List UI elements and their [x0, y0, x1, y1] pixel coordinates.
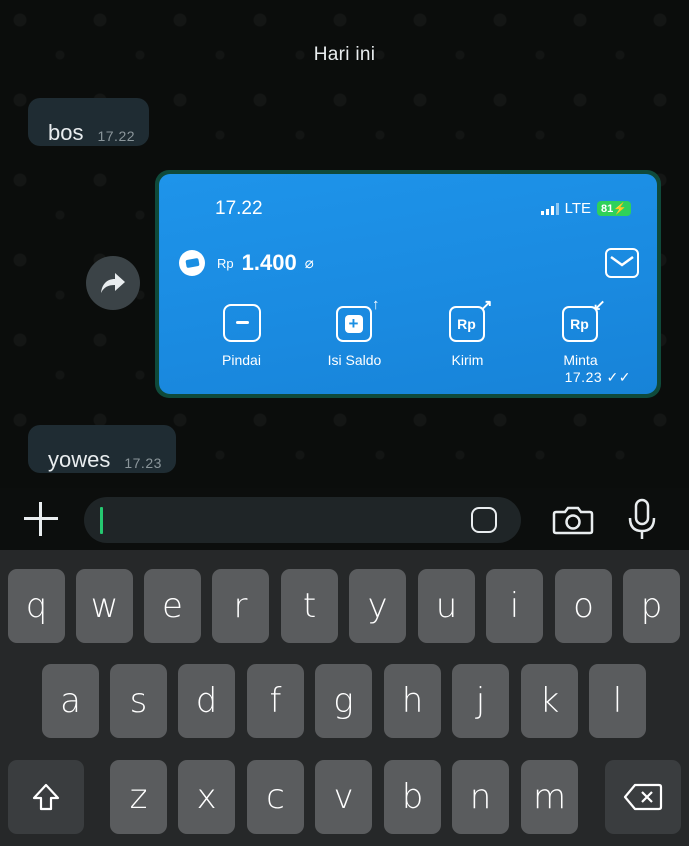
screenshot-status-time: 17.22 [215, 198, 263, 219]
key-j[interactable]: j [452, 664, 509, 738]
screenshot-status-bar: LTE 81⚡ [540, 200, 631, 217]
key-h[interactable]: h [384, 664, 441, 738]
action-pindai: Pindai [185, 302, 298, 368]
camera-icon[interactable] [552, 505, 594, 535]
image-message[interactable]: 17.22 LTE 81⚡ Rp 1.400 ⌀ Pindai + ↑ Isi … [155, 170, 661, 398]
action-kirim: Rp ↗ Kirim [411, 297, 524, 368]
key-e[interactable]: e [144, 569, 201, 643]
action-isi-saldo: + ↑ Isi Saldo [298, 296, 411, 368]
message-text: yowes [48, 447, 111, 472]
message-time: 17.22 [97, 128, 136, 144]
key-c[interactable]: c [247, 760, 304, 834]
message-time: 17.23 ✓✓ [564, 369, 631, 385]
wallet-icon [179, 250, 205, 276]
key-q[interactable]: q [8, 569, 65, 643]
key-r[interactable]: r [212, 569, 269, 643]
action-minta: Rp ↙ Minta [524, 297, 637, 368]
key-i[interactable]: i [486, 569, 543, 643]
message-time: 17.23 [124, 455, 162, 471]
backspace-icon [623, 783, 663, 811]
message-text: bos [48, 120, 84, 145]
key-l[interactable]: l [589, 664, 646, 738]
action-label: Isi Saldo [327, 352, 382, 368]
incoming-message[interactable]: bos 17.22 [28, 98, 150, 146]
mail-icon [605, 248, 639, 278]
microphone-icon[interactable] [626, 498, 658, 542]
key-y[interactable]: y [349, 569, 406, 643]
key-f[interactable]: f [247, 664, 304, 738]
scan-icon [221, 302, 263, 344]
balance-amount: 1.400 [241, 250, 297, 275]
keyboard: q w e r t y u i o p a s d f g h j k l z … [0, 550, 689, 846]
input-bar [0, 488, 689, 550]
incoming-message[interactable]: yowes 17.23 [28, 425, 176, 473]
date-chip: Hari ini [313, 44, 376, 65]
chat-area: Hari ini bos 17.22 17.22 LTE 81⚡ Rp 1.40… [0, 0, 689, 488]
attach-plus-icon[interactable] [22, 500, 60, 538]
hide-balance-icon: ⌀ [304, 255, 314, 272]
key-u[interactable]: u [418, 569, 475, 643]
shared-screenshot: 17.22 LTE 81⚡ Rp 1.400 ⌀ Pindai + ↑ Isi … [159, 174, 657, 394]
key-z[interactable]: z [110, 760, 167, 834]
battery-icon: 81⚡ [597, 201, 631, 216]
backspace-key[interactable] [605, 760, 681, 834]
signal-icon [540, 202, 559, 215]
key-d[interactable]: d [178, 664, 235, 738]
shift-arrow-icon [32, 783, 60, 811]
key-a[interactable]: a [42, 664, 99, 738]
key-w[interactable]: w [76, 569, 133, 643]
text-cursor [100, 507, 103, 534]
key-x[interactable]: x [178, 760, 235, 834]
balance-row: Rp 1.400 ⌀ [179, 250, 314, 276]
forward-button[interactable] [86, 256, 140, 310]
sticker-icon[interactable] [471, 507, 497, 533]
wallet-actions: Pindai + ↑ Isi Saldo Rp ↗ Kirim Rp ↙ Min… [159, 296, 657, 368]
action-label: Minta [563, 352, 598, 368]
key-t[interactable]: t [281, 569, 338, 643]
key-m[interactable]: m [521, 760, 578, 834]
request-money-icon: Rp ↙ [560, 297, 606, 344]
shift-key[interactable] [8, 760, 84, 834]
message-input[interactable] [84, 497, 521, 543]
action-label: Kirim [451, 352, 484, 368]
send-money-icon: Rp ↗ [447, 297, 493, 344]
topup-icon: + ↑ [334, 296, 380, 344]
key-g[interactable]: g [315, 664, 372, 738]
key-v[interactable]: v [315, 760, 372, 834]
currency-label: Rp [217, 255, 234, 271]
forward-arrow-icon [101, 273, 125, 293]
key-p[interactable]: p [623, 569, 680, 643]
key-b[interactable]: b [384, 760, 441, 834]
key-k[interactable]: k [521, 664, 578, 738]
action-label: Pindai [222, 352, 261, 368]
key-s[interactable]: s [110, 664, 167, 738]
network-label: LTE [564, 200, 592, 217]
key-n[interactable]: n [452, 760, 509, 834]
key-o[interactable]: o [555, 569, 612, 643]
